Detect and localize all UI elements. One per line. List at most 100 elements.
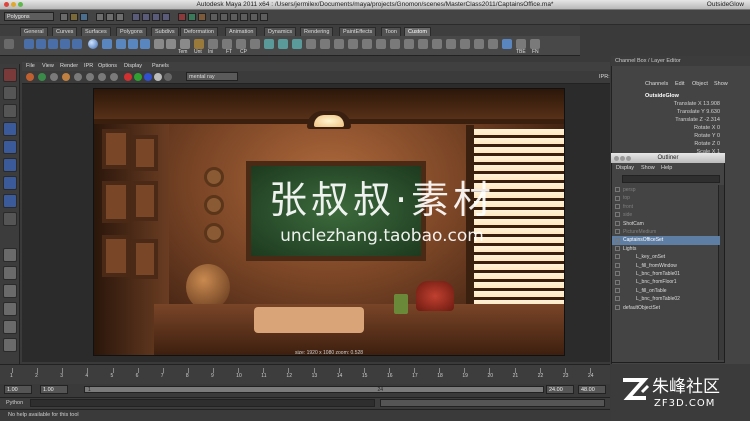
attr-rotate-z[interactable]: Rotate Z 0 [640,141,720,147]
outliner-item[interactable]: defaultObjectSet [612,304,720,313]
snap-point-icon[interactable] [152,13,160,21]
tab-subdivs[interactable]: Subdivs [151,27,179,36]
custom-tool-15-icon[interactable] [348,39,358,49]
select-tool-icon[interactable] [3,68,17,82]
custom-tool-24-icon[interactable] [474,39,484,49]
time-slider[interactable] [0,364,610,384]
custom-tool-17-icon[interactable] [376,39,386,49]
blue-channel-icon[interactable] [144,73,152,81]
lasso-tool-icon[interactable] [3,86,17,100]
paint-select-icon[interactable] [3,104,17,118]
manipulator-tool-icon[interactable] [3,176,17,190]
real-size-icon[interactable] [86,73,94,81]
end-time-field[interactable]: 24.00 [546,385,574,394]
script-editor-icon[interactable] [260,13,268,21]
select-object-icon[interactable] [106,13,114,21]
outliner-toggle-icon[interactable] [220,13,228,21]
attr-rotate-x[interactable]: Rotate X 0 [640,125,720,131]
attr-rotate-y[interactable]: Rotate Y 0 [640,133,720,139]
arc-tool-icon[interactable] [60,39,70,49]
ep-curve-icon[interactable] [36,39,46,49]
tab-surfaces[interactable]: Surfaces [81,27,111,36]
remove-image-icon[interactable] [110,73,118,81]
attr-translate-y[interactable]: Translate Y 9.630 [640,109,720,115]
custom-tool-13-icon[interactable] [320,39,330,49]
tab-curves[interactable]: Curves [52,27,78,36]
channel-menu-object[interactable]: Object [692,81,708,87]
soft-mod-icon[interactable] [3,194,17,208]
custom-tool-23-icon[interactable] [460,39,470,49]
tab-deformation[interactable]: Deformation [180,27,218,36]
tbe-tool-icon[interactable] [516,39,526,49]
custom-tool-10-icon[interactable] [278,39,288,49]
cylinder-icon[interactable] [116,39,126,49]
layout-single-icon[interactable] [3,248,17,262]
tab-rendering[interactable]: Rendering [300,27,334,36]
tab-custom[interactable]: Custom [404,27,431,36]
layout-hypershade-icon[interactable] [3,320,17,334]
tab-polygons[interactable]: Polygons [116,27,147,36]
tab-toon[interactable]: Toon [381,27,401,36]
hypershade-icon[interactable] [210,13,218,21]
layout-graph-icon[interactable] [3,302,17,316]
attr-translate-x[interactable]: Translate X 13.908 [640,101,720,107]
render-region-icon[interactable] [62,73,70,81]
cube-icon[interactable] [102,39,112,49]
custom-tool-14-icon[interactable] [334,39,344,49]
outliner-menu-show[interactable]: Show [641,165,655,171]
rename-icon[interactable] [250,13,258,21]
channel-menu-channels[interactable]: Channels [645,81,668,87]
outliner-menu-help[interactable]: Help [661,165,672,171]
custom-tool-7-icon[interactable] [236,39,246,49]
curve-tool-icon[interactable] [24,39,34,49]
custom-tool-21-icon[interactable] [432,39,442,49]
panel-menu-display[interactable]: Display [124,63,142,69]
panel-menu-panels[interactable]: Panels [152,63,169,69]
keep-image-icon[interactable] [98,73,106,81]
open-scene-icon[interactable] [70,13,78,21]
custom-tool-19-icon[interactable] [404,39,414,49]
save-scene-icon[interactable] [80,13,88,21]
tab-animation[interactable]: Animation [225,27,258,36]
custom-tool-12-icon[interactable] [306,39,316,49]
bezier-icon[interactable] [72,39,82,49]
ipr-render-icon[interactable] [188,13,196,21]
custom-tool-1-icon[interactable] [154,39,164,49]
range-slider[interactable]: 1 24 [84,386,544,393]
new-scene-icon[interactable] [60,13,68,21]
luminance-icon[interactable] [164,73,172,81]
renderer-dropdown[interactable]: mental ray [186,72,238,81]
mode-selector[interactable]: Polygons [4,12,54,21]
show-manipulator-icon[interactable] [3,212,17,226]
shelf-menu-icon[interactable] [4,39,14,49]
tab-general[interactable]: General [20,27,48,36]
custom-tool-2-icon[interactable] [166,39,176,49]
custom-tool-6-icon[interactable] [222,39,232,49]
move-tool-icon[interactable] [3,122,17,136]
panel-menu-options[interactable]: Options [98,63,117,69]
panel-menu-file[interactable]: File [26,63,35,69]
custom-tool-11-icon[interactable] [292,39,302,49]
outliner-menu-display[interactable]: Display [616,165,634,171]
snap-grid-icon[interactable] [132,13,140,21]
outliner-close-icon[interactable] [614,156,619,161]
custom-tool-20-icon[interactable] [418,39,428,49]
red-channel-icon[interactable] [124,73,132,81]
pencil-curve-icon[interactable] [48,39,58,49]
current-start-field[interactable]: 1.00 [40,385,68,394]
input-field-icon[interactable] [240,13,248,21]
select-hierarchy-icon[interactable] [96,13,104,21]
refresh-icon[interactable] [50,73,58,81]
layout-four-icon[interactable] [3,266,17,280]
panel-menu-view[interactable]: View [42,63,54,69]
panel-menu-ipr[interactable]: IPR [84,63,93,69]
channel-menu-edit[interactable]: Edit [675,81,684,87]
redo-render-icon[interactable] [26,73,34,81]
layout-outliner-icon[interactable] [3,284,17,298]
tab-painteffects[interactable]: PaintEffects [339,27,377,36]
render-icon[interactable] [178,13,186,21]
alpha-channel-icon[interactable] [154,73,162,81]
custom-tool-9-icon[interactable] [264,39,274,49]
outliner-filter-field[interactable] [622,175,720,183]
custom-tool-16-icon[interactable] [362,39,372,49]
